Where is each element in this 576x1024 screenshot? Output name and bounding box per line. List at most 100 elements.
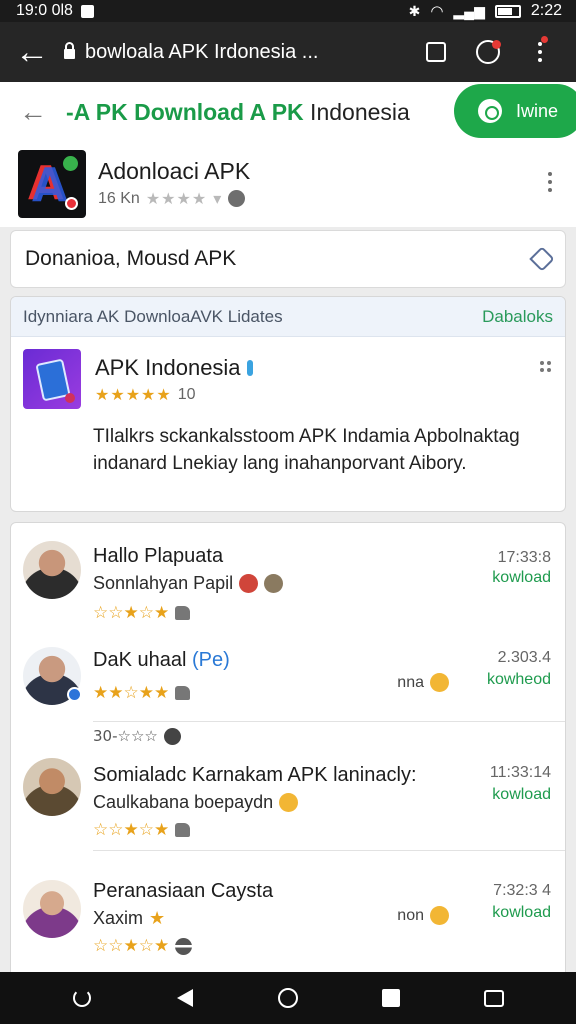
recents-square-icon: [382, 989, 401, 1007]
nav-back-button[interactable]: [155, 972, 215, 1024]
nav-recents-button[interactable]: [361, 972, 421, 1024]
review-time: 17:33:8: [497, 549, 551, 566]
site-title-suffix: Indonesia: [303, 98, 410, 125]
status-time-right: 2:22: [530, 2, 562, 19]
battery-icon: [494, 4, 521, 18]
nav-home-button[interactable]: [258, 972, 318, 1024]
emoji-icon: [239, 574, 259, 593]
download-link[interactable]: kowheod: [487, 671, 551, 689]
featured-card: Idynniara AK DownloaAVK Lidates Dabaloks…: [10, 296, 566, 512]
browser-back-button[interactable]: ←: [0, 22, 64, 82]
win-icon: [478, 99, 502, 123]
tabs-button[interactable]: [410, 22, 462, 82]
featured-header-link[interactable]: Dabaloks: [482, 307, 553, 327]
site-header: ← -A PK Download A PK Indonesia Iwine: [0, 82, 576, 142]
system-nav-bar: [0, 972, 576, 1024]
reviews-list: Hallo Plapuata Sonnlahyan Papil ☆☆★☆★ 17…: [10, 522, 566, 982]
site-title[interactable]: -A PK Download A PK Indonesia: [66, 99, 410, 126]
review-reaction: non: [397, 906, 449, 925]
review-reaction: nna: [397, 673, 449, 692]
back-triangle-icon: [176, 989, 193, 1007]
arrow-left-icon: ←: [19, 96, 47, 127]
menu-notification-dot: [541, 36, 548, 43]
app-meta: 16 Kn ★★★★ ▾: [98, 189, 246, 208]
featured-header-text: Idynniara AK DownloaAVK Lidates: [23, 306, 283, 326]
phone-app-icon: [23, 349, 81, 409]
home-circle-icon: [277, 988, 298, 1008]
emoji-icon: [264, 574, 284, 593]
list-item[interactable]: Hallo Plapuata Sonnlahyan Papil ☆☆★☆★ 17…: [11, 523, 565, 635]
url-text: bowloala APK Irdonesia ...: [85, 40, 319, 63]
win-button-label: Iwine: [516, 100, 559, 121]
thumb-up-icon[interactable]: [175, 606, 191, 620]
download-link[interactable]: kowload: [492, 904, 551, 922]
chat-button[interactable]: [462, 22, 514, 82]
record-icon: [65, 197, 78, 210]
disc-icon[interactable]: [175, 937, 193, 955]
featured-rating-count: 10: [177, 385, 196, 403]
reviewer-name: DaK uhaal (Pe): [93, 649, 230, 671]
review-stars: ☆☆★☆★: [93, 603, 191, 623]
verified-icon: [246, 360, 253, 376]
chat-bubble-icon: [63, 156, 78, 171]
list-item[interactable]: Somialadc Karnakam APK laninacly: Caulka…: [11, 750, 565, 866]
tabs-icon: [426, 42, 446, 62]
featured-description: TIlalkrs sckankalsstoom APK Indamia Apbo…: [93, 426, 520, 474]
featured-rating: ★★★★★ 10: [95, 385, 196, 404]
app-header: A A Adonloaci APK 16 Kn ★★★★ ▾: [0, 142, 576, 227]
app-rating-stars: ★★★★ ▾: [145, 189, 223, 208]
featured-more-button[interactable]: [540, 361, 551, 372]
app-more-button[interactable]: [548, 172, 552, 192]
rotate-button[interactable]: [52, 972, 112, 1024]
avatar: [23, 541, 81, 599]
more-vert-icon: [538, 42, 542, 62]
search-input[interactable]: Donanioa, Mousd APK: [10, 230, 566, 288]
url-bar[interactable]: bowloala APK Irdonesia ...: [64, 41, 364, 64]
edit-icon[interactable]: [529, 246, 555, 272]
emoji-icon: [430, 673, 449, 692]
avatar: [23, 880, 81, 938]
site-back-button[interactable]: ←: [0, 82, 66, 142]
globe-icon: [228, 190, 246, 207]
rotate-icon: [72, 989, 91, 1007]
list-item[interactable]: Peranasiaan Caysta Xaxim ★ ☆☆★☆★ non 7:3…: [11, 866, 565, 981]
review-subtitle: Sonnlahyan Papil: [93, 573, 284, 594]
featured-header: Idynniara AK DownloaAVK Lidates Dabaloks: [11, 297, 565, 337]
screenshot-icon: [484, 989, 505, 1007]
featured-title-text: APK Indonesia: [95, 355, 241, 380]
featured-title[interactable]: APK Indonesia: [95, 355, 253, 381]
clock-icon: [163, 727, 181, 745]
review-stars: ☆☆★☆★: [93, 936, 193, 956]
app-logo: A A: [18, 150, 86, 218]
browser-menu-button[interactable]: [514, 22, 566, 82]
bluetooth-icon: ✱: [408, 2, 421, 19]
notification-dot: [492, 40, 501, 49]
reviewer-name: Somialadc Karnakam APK laninacly:: [93, 764, 417, 786]
review-stars: ☆☆★☆★: [93, 820, 191, 840]
arrow-left-icon: ←: [15, 33, 49, 71]
thumb-up-icon[interactable]: [175, 823, 191, 837]
signal-icon: ▂▄▆: [453, 2, 485, 19]
avatar: [23, 758, 81, 816]
review-time: 2.303.4: [497, 649, 551, 666]
featured-stars: ★★★★★: [95, 385, 172, 404]
status-bar: 19:0 0l8 ✱ ◠ ▂▄▆ 2:22: [0, 0, 576, 22]
review-time: 7:32:3 4: [493, 882, 551, 899]
list-item[interactable]: DaK uhaal (Pe) ★★☆★★ nna 30-☆☆☆ 2.303.4 …: [11, 635, 565, 750]
download-link[interactable]: kowload: [492, 786, 551, 804]
screenshot-button[interactable]: [464, 972, 524, 1024]
reviewer-name: Hallo Plapuata: [93, 545, 224, 567]
app-count: 16 Kn: [98, 189, 140, 207]
review-subtitle: Xaxim ★: [93, 908, 166, 928]
verified-badge-icon: [67, 687, 82, 702]
emoji-icon: [279, 793, 299, 812]
review-time: 11:33:14: [489, 764, 551, 781]
notification-icon: [80, 4, 94, 18]
site-title-brand: -A PK Download A PK: [66, 98, 304, 125]
app-name: Adonloaci APK: [98, 158, 251, 184]
thumb-up-icon[interactable]: [175, 686, 191, 700]
download-link[interactable]: kowload: [492, 569, 551, 587]
emoji-icon: [430, 906, 449, 925]
win-button[interactable]: Iwine: [454, 84, 576, 138]
wifi-icon: ◠: [430, 3, 444, 20]
